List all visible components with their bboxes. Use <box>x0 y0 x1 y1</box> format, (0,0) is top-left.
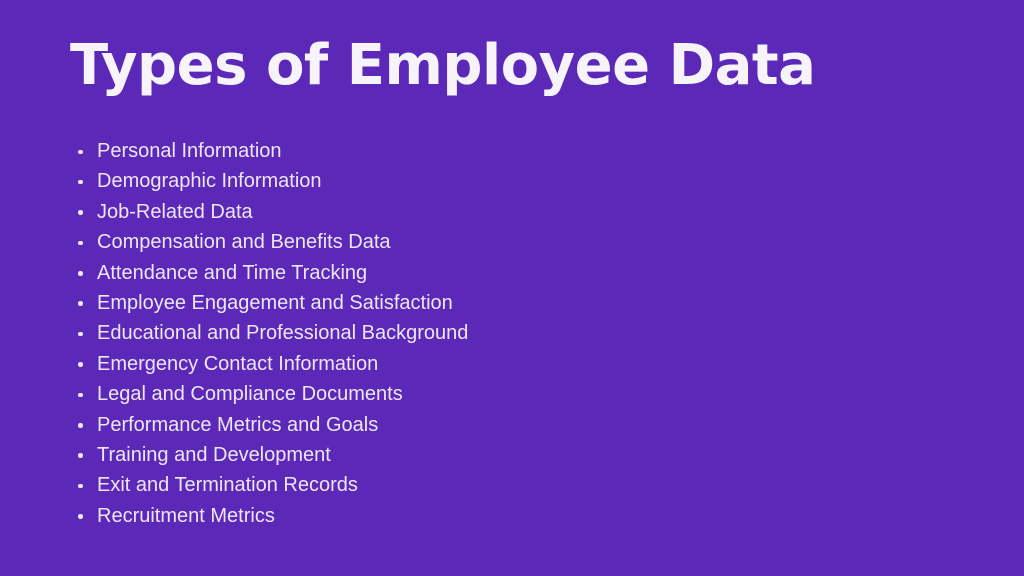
dot-bullet-icon <box>78 392 83 398</box>
list-item: Emergency Contact Information <box>76 349 956 379</box>
dot-bullet-icon <box>78 240 83 246</box>
list-item-label: Compensation and Benefits Data <box>97 231 391 254</box>
dot-bullet-icon <box>78 483 83 489</box>
bullet-list: Personal Information Demographic Informat… <box>76 136 956 531</box>
slide-canvas: Types of Employee Data Personal Informat… <box>0 0 1024 576</box>
dot-bullet-icon <box>78 210 83 215</box>
list-item: Recruitment Metrics <box>76 501 956 531</box>
list-item-label: Exit and Termination Records <box>97 474 358 497</box>
list-item-label: Personal Information <box>97 140 282 162</box>
list-item: Employee Engagement and Satisfaction <box>76 288 956 318</box>
list-item-label: Employee Engagement and Satisfaction <box>97 291 453 314</box>
list-item-label: Legal and Compliance Documents <box>97 383 403 406</box>
list-item-label: Job-Related Data <box>97 200 253 223</box>
page-title: Types of Employee Data <box>70 33 816 98</box>
list-item-label: Performance Metrics and Goals <box>97 413 379 436</box>
list-item-label: Attendance and Time Tracking <box>97 261 368 284</box>
list-item-label: Training and Development <box>97 443 331 466</box>
dot-bullet-icon <box>78 271 83 276</box>
list-item-label: Demographic Information <box>97 170 322 193</box>
list-item: Training and Development <box>76 440 956 470</box>
dot-bullet-icon <box>78 453 83 458</box>
list-item: Exit and Termination Records <box>76 470 956 500</box>
dot-bullet-icon <box>78 423 83 428</box>
dot-bullet-icon <box>78 301 83 306</box>
dot-bullet-icon <box>78 362 83 367</box>
list-item: Performance Metrics and Goals <box>76 410 956 440</box>
dot-bullet-icon <box>78 514 83 519</box>
list-item-label: Educational and Professional Background <box>97 322 469 345</box>
list-item: Attendance and Time Tracking <box>76 258 956 288</box>
list-item: Job-Related Data <box>76 197 956 227</box>
list-item: Legal and Compliance Documents <box>76 379 956 409</box>
dot-bullet-icon <box>78 331 83 337</box>
dot-bullet-icon <box>78 149 83 154</box>
list-item: Compensation and Benefits Data <box>76 227 956 257</box>
dot-bullet-icon <box>78 179 83 185</box>
list-item: Demographic Information <box>76 166 956 196</box>
list-item-label: Recruitment Metrics <box>97 504 275 527</box>
list-item: Personal Information <box>76 136 956 166</box>
list-item: Educational and Professional Background <box>76 318 956 348</box>
list-item-label: Emergency Contact Information <box>97 352 379 375</box>
